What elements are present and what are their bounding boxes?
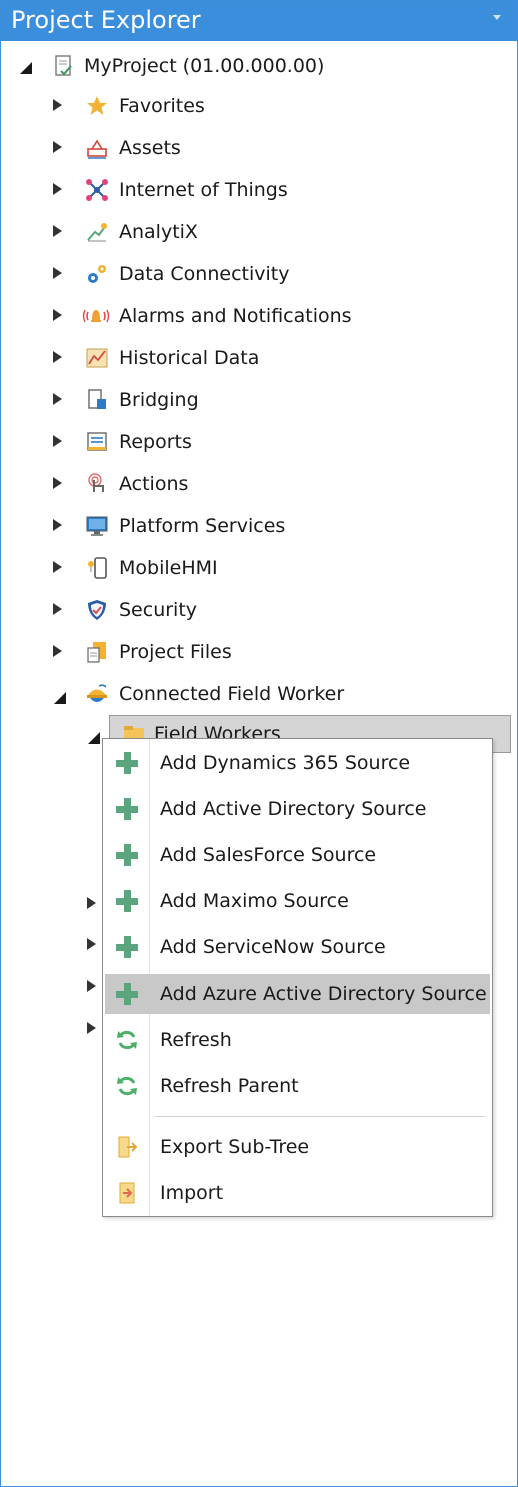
tree-item-label: Favorites [119, 95, 205, 117]
shield-icon [85, 598, 109, 622]
files-icon [85, 640, 109, 664]
tree-item-label: Security [119, 599, 198, 621]
assets-icon [85, 136, 109, 160]
panel-titlebar: Project Explorer [1, 1, 517, 41]
menu-item-add-salesforce-source[interactable]: Add SalesForce Source [105, 835, 490, 875]
menu-item-add-azure-active-directory-source[interactable]: Add Azure Active Directory Source [105, 974, 490, 1014]
menu-item-add-dynamics-365-source[interactable]: Add Dynamics 365 Source [105, 743, 490, 783]
tree-item-label: Historical Data [119, 347, 260, 369]
expand-arrow-icon[interactable] [53, 645, 62, 657]
analytix-icon [85, 220, 109, 244]
bridging-icon [85, 388, 109, 412]
tree-item-label: Project Files [119, 641, 232, 663]
menu-item-add-active-directory-source[interactable]: Add Active Directory Source [105, 789, 490, 829]
menu-item-label: Add Azure Active Directory Source [160, 983, 487, 1005]
collapse-arrow-icon[interactable] [54, 689, 66, 708]
expand-arrow-icon[interactable] [53, 561, 62, 573]
expand-arrow-icon[interactable] [53, 183, 62, 195]
menu-item-label: Add Maximo Source [160, 890, 349, 912]
gears-icon [85, 262, 109, 286]
menu-item-refresh[interactable]: Refresh [105, 1020, 490, 1060]
star-icon [85, 94, 109, 118]
expand-arrow-icon[interactable] [53, 351, 62, 363]
menu-item-label: Refresh Parent [160, 1075, 299, 1097]
tree-item-label: Platform Services [119, 515, 286, 537]
expand-arrow-icon[interactable] [53, 225, 62, 237]
collapse-arrow-icon[interactable] [20, 59, 32, 78]
plus-icon [115, 843, 139, 867]
expand-arrow-icon[interactable] [53, 99, 62, 111]
tree-root-label[interactable]: MyProject (01.00.000.00) [84, 54, 324, 78]
menu-item-export-sub-tree[interactable]: Export Sub-Tree [105, 1127, 490, 1167]
menu-item-add-maximo-source[interactable]: Add Maximo Source [105, 881, 490, 921]
expand-arrow-icon[interactable] [53, 603, 62, 615]
menu-item-label: Add ServiceNow Source [160, 936, 386, 958]
plus-icon [115, 889, 139, 913]
expand-arrow-icon[interactable] [53, 309, 62, 321]
project-explorer-panel: Project Explorer MyProject (01.00.000.00… [0, 0, 518, 1487]
tree-item-label: Bridging [119, 389, 199, 411]
tree-item-label: AnalytiX [119, 221, 198, 243]
tree-item-label: MobileHMI [119, 557, 218, 579]
export-icon [115, 1135, 139, 1159]
mobile-icon [85, 556, 109, 580]
reports-icon [85, 430, 109, 454]
expand-arrow-icon[interactable] [53, 393, 62, 405]
plus-icon [115, 751, 139, 775]
tree-item-label: Alarms and Notifications [119, 305, 352, 327]
menu-item-label: Add Active Directory Source [160, 798, 427, 820]
alarm-icon [82, 304, 110, 328]
plus-icon [115, 935, 139, 959]
actions-icon [85, 472, 109, 496]
collapse-arrow-icon[interactable] [88, 729, 100, 748]
expand-arrow-icon[interactable] [87, 980, 96, 992]
tree-item-label: Assets [119, 137, 181, 159]
tree-item-label: Actions [119, 473, 189, 495]
expand-arrow-icon[interactable] [87, 1022, 96, 1034]
expand-arrow-icon[interactable] [87, 938, 96, 950]
menu-item-refresh-parent[interactable]: Refresh Parent [105, 1066, 490, 1106]
tree-item-label: Internet of Things [119, 179, 288, 201]
plus-icon [115, 797, 139, 821]
tree-item-label: Reports [119, 431, 192, 453]
iot-icon [85, 178, 109, 202]
menu-item-add-servicenow-source[interactable]: Add ServiceNow Source [105, 927, 490, 967]
menu-item-label: Import [160, 1182, 224, 1204]
plus-icon [115, 982, 139, 1006]
expand-arrow-icon[interactable] [53, 141, 62, 153]
menu-item-label: Add SalesForce Source [160, 844, 377, 866]
menu-item-label: Export Sub-Tree [160, 1136, 310, 1158]
menu-item-label: Refresh [160, 1029, 232, 1051]
tree-item-label: Data Connectivity [119, 263, 290, 285]
expand-arrow-icon[interactable] [53, 477, 62, 489]
menu-separator [155, 1116, 485, 1117]
menu-item-label: Add Dynamics 365 Source [160, 752, 411, 774]
chart-icon [85, 346, 109, 370]
panel-title: Project Explorer [11, 6, 201, 34]
field-worker-icon [85, 682, 109, 706]
expand-arrow-icon[interactable] [87, 897, 96, 909]
refresh-icon [115, 1074, 139, 1098]
context-menu: Add Dynamics 365 Source Add Active Direc… [102, 738, 493, 1217]
panel-menu-chevron-icon[interactable] [493, 15, 501, 20]
import-icon [115, 1181, 139, 1205]
monitor-icon [85, 514, 109, 538]
menu-item-import[interactable]: Import [105, 1173, 490, 1213]
expand-arrow-icon[interactable] [53, 435, 62, 447]
tree-item-label: Connected Field Worker [119, 683, 345, 705]
expand-arrow-icon[interactable] [53, 519, 62, 531]
project-icon [52, 54, 76, 78]
expand-arrow-icon[interactable] [53, 267, 62, 279]
refresh-icon [115, 1028, 139, 1052]
